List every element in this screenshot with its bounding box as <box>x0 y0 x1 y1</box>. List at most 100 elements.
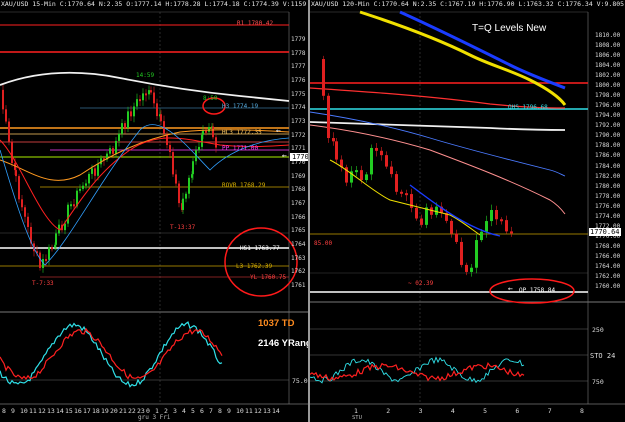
price-tick: 1776 <box>291 77 306 84</box>
candle-body <box>115 140 117 154</box>
price-tick: 1765 <box>291 227 306 235</box>
time-tick: 13 <box>47 407 55 415</box>
pink-ma <box>310 124 566 215</box>
level-label-qp: QP 1758.84 <box>519 287 556 294</box>
price-tick: 1779 <box>291 36 306 43</box>
price-tick: 1766 <box>291 213 306 221</box>
time-tick: 12 <box>254 407 262 415</box>
candles-15min <box>2 84 217 273</box>
level-label-qhs: QHS 1796.68 <box>508 104 548 111</box>
candle-body <box>82 185 84 189</box>
price-tick: 1800.00 <box>595 82 621 90</box>
candle-body <box>415 207 418 219</box>
candle-body <box>470 267 473 272</box>
candle-body <box>142 93 144 101</box>
time-tick: 5 <box>483 407 488 415</box>
yrange-label: 2146 YRange <box>258 338 309 349</box>
candle-body <box>480 231 483 241</box>
candle-body <box>118 133 120 141</box>
candle-body <box>11 141 13 164</box>
candle-body <box>88 173 90 184</box>
time-tick: 10 <box>20 407 28 415</box>
candle-body <box>85 183 87 186</box>
candle-body <box>160 114 162 122</box>
time-tick: 8 <box>580 407 584 415</box>
time-tick: 2 <box>386 407 391 415</box>
price-tick: 1786.00 <box>595 152 621 160</box>
price-tick: 1777 <box>291 63 306 71</box>
candle-body <box>18 176 20 200</box>
time-tick: 17 <box>83 407 91 415</box>
candle-body <box>79 188 81 191</box>
candle-body <box>148 90 150 95</box>
candle-body <box>208 127 210 132</box>
price-tick: 1768.00 <box>595 242 621 250</box>
time-tick: 4 <box>182 407 186 415</box>
time-tick: 8 <box>2 407 6 415</box>
candle-body <box>150 90 152 93</box>
price-tick: 1762 <box>291 268 306 276</box>
price-tick: 1790.00 <box>595 132 621 140</box>
price-tick: 1810.00 <box>595 32 621 39</box>
candle-body <box>335 141 338 160</box>
candle-body <box>8 121 10 142</box>
time-tick: 6 <box>200 407 204 415</box>
candle-body <box>495 210 498 220</box>
annot-label-a: 85.00 <box>314 240 333 247</box>
chart-120min-canvas[interactable] <box>310 0 625 422</box>
candle-body <box>188 177 190 194</box>
level-label-hl3: HL3 1772.35 <box>222 129 262 136</box>
time-tick: 20 <box>110 407 118 415</box>
price-tick: 1764 <box>291 241 306 248</box>
chart-title: T=Q Levels New <box>472 23 547 34</box>
highlight-circle-low <box>224 227 298 297</box>
candle-body <box>490 210 493 222</box>
time-axis-day: STU <box>352 415 362 421</box>
candle-body <box>139 99 141 102</box>
candle-body <box>130 111 132 117</box>
candle-body <box>112 148 114 154</box>
price-tick: 1798.00 <box>595 92 621 100</box>
candle-body <box>322 59 325 96</box>
candle-body <box>460 241 463 265</box>
candle-body <box>205 130 207 133</box>
price-tick: 1806.00 <box>595 52 621 60</box>
candle-body <box>360 170 363 181</box>
candle-body <box>2 89 4 110</box>
time-tick: 19 <box>101 407 109 415</box>
level-label-rovr: ROVR 1768.29 <box>222 182 266 189</box>
price-tick: 1767 <box>291 200 306 207</box>
price-tick: 1762.00 <box>595 272 621 280</box>
level-label-hs1: HS1 1763.77 <box>240 245 280 252</box>
price-tick: 1792.00 <box>595 122 621 130</box>
candle-body <box>510 231 513 234</box>
chart-panel-15min[interactable]: XAU/USD 15-Min C:1770.64 N:2.35 O:1777.1… <box>0 0 309 422</box>
time-tick: 11 <box>245 407 253 415</box>
candle-body <box>395 174 398 192</box>
ind-level-label: 75.00 <box>292 377 309 385</box>
annot-high-2: 8:50 <box>203 95 218 102</box>
candle-body <box>121 123 123 134</box>
candle-body <box>21 199 23 208</box>
ind-label-250: 250 <box>592 326 604 334</box>
candle-body <box>109 148 111 154</box>
candle-body <box>435 206 438 215</box>
price-tick: 1763 <box>291 254 306 262</box>
candle-body <box>178 183 180 204</box>
stochastic-d-line <box>310 361 525 382</box>
time-tick: 14 <box>272 407 280 415</box>
price-tick: 1776.00 <box>595 202 621 210</box>
candle-body <box>475 240 478 268</box>
candle-body <box>48 247 50 260</box>
price-tick: 1775 <box>291 90 306 98</box>
chart-15min-canvas[interactable] <box>0 0 309 422</box>
candle-body <box>465 264 468 272</box>
chart-panel-120min[interactable]: XAU/USD 120-Min C:1770.64 N:2.35 C:1767.… <box>310 0 625 422</box>
blue-ma-thin <box>310 111 566 177</box>
price-tick: 1766.00 <box>595 252 621 260</box>
price-arrow: ← <box>282 151 287 160</box>
candle-body <box>67 204 69 224</box>
orange-ma <box>0 129 290 181</box>
candle-body <box>24 207 26 217</box>
annot-low-2: T-7:33 <box>32 280 54 287</box>
